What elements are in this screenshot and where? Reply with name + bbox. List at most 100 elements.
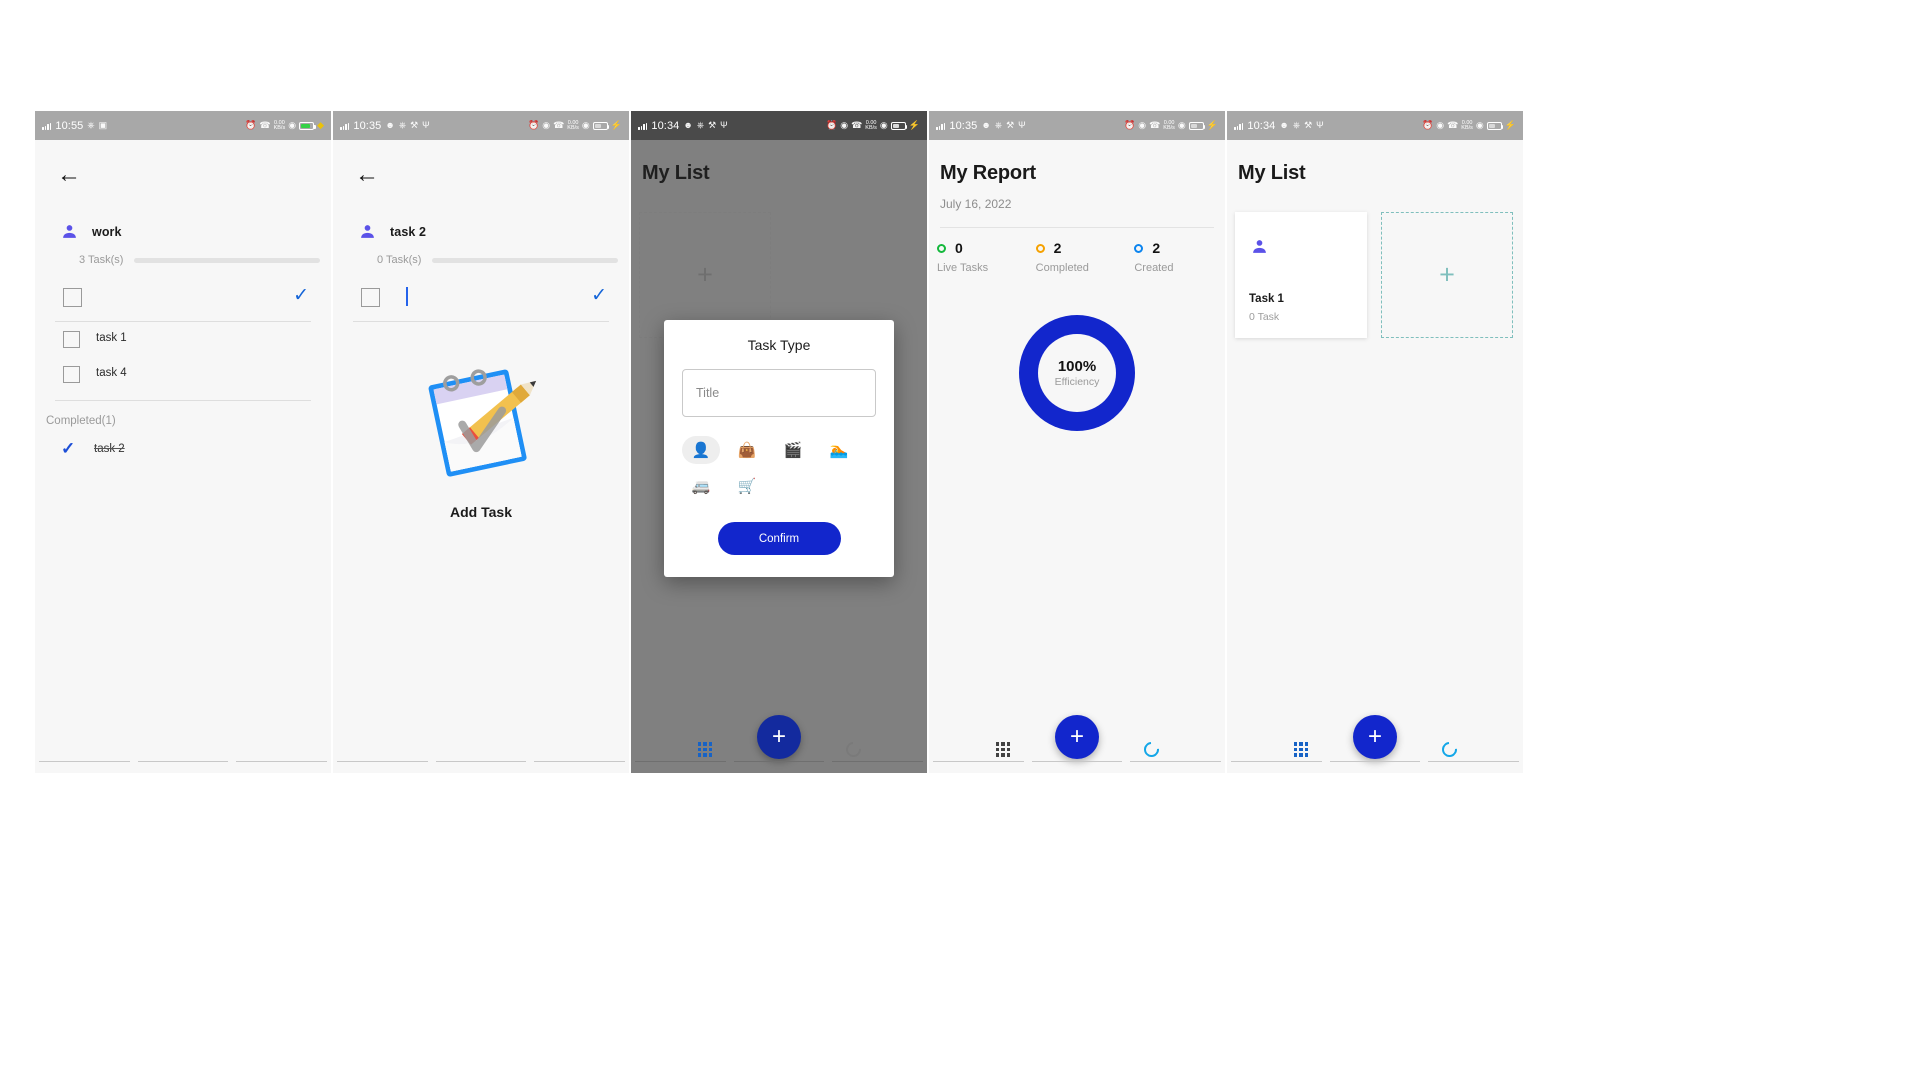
status-bar: 10:35 ☻ ⎈ ⚒ Ψ ⏰ ◉ ☎ 0.00 KB/s ◉ ⚡ xyxy=(333,111,629,140)
stat-live-tasks: 0 Live Tasks xyxy=(929,240,1028,274)
nav-loader-slot[interactable] xyxy=(1077,738,1225,761)
battery-icon xyxy=(1188,121,1206,130)
person-icon: 👤 xyxy=(691,441,711,459)
back-button[interactable]: ← xyxy=(57,162,83,188)
status-bar: 10:35 ☻ ⎈ ⚒ Ψ ⏰ ◉ ☎ 0.00 KB/s ◉ ⚡ xyxy=(929,111,1225,140)
add-fab[interactable]: + xyxy=(1055,715,1099,759)
nav-loader-slot[interactable] xyxy=(1375,738,1523,761)
task-type-minibus[interactable]: 🚐 xyxy=(682,472,720,500)
efficiency-donut: 100% Efficiency xyxy=(1019,315,1135,431)
screen-body: ← work 3 Task(s) ✓ task 1 task 4 Complet… xyxy=(35,140,331,773)
list-title: task 2 xyxy=(390,224,427,239)
gesture-bar xyxy=(1227,761,1523,773)
list-card[interactable]: Task 1 0 Task xyxy=(1235,212,1367,338)
globe-icon: ◉ xyxy=(1138,120,1147,130)
new-task-checkbox[interactable] xyxy=(63,288,82,307)
new-task-row[interactable]: ✓ xyxy=(35,278,331,322)
confirm-check-icon[interactable]: ✓ xyxy=(293,286,309,306)
task-checkbox[interactable] xyxy=(63,331,80,348)
task-type-swimmer[interactable]: 🏊 xyxy=(820,436,858,464)
gesture-bar xyxy=(35,761,331,773)
snapchat-icon: ☻ xyxy=(981,120,991,130)
alarm-icon: ⏰ xyxy=(528,120,540,130)
nav-grid-slot[interactable] xyxy=(929,742,1077,757)
whatsapp-icon: ⎈ xyxy=(696,120,705,130)
new-task-checkbox[interactable] xyxy=(361,288,380,307)
task-type-grid: 👤 👜 🎬 🏊 🚐 🛒 xyxy=(682,436,876,500)
apps-icon: ▣ xyxy=(98,120,108,130)
nav-grid-slot[interactable] xyxy=(1227,742,1375,757)
task-label: task 1 xyxy=(96,332,127,344)
plus-icon: + xyxy=(697,259,713,290)
task-type-cart[interactable]: 🛒 xyxy=(728,472,766,500)
loader-icon[interactable] xyxy=(1140,738,1162,761)
status-bar-left: 10:35 ☻ ⎈ ⚒ Ψ xyxy=(936,120,1026,132)
add-fab[interactable]: + xyxy=(757,715,801,759)
status-time: 10:34 xyxy=(1247,119,1276,132)
status-bar: 10:55 ⎈ ▣ ⏰ ☎ 0.00 KB/s ◉ ◆ xyxy=(35,111,331,140)
completed-task-row[interactable]: ✓ task 2 xyxy=(35,436,331,470)
phone-screen-my-report: 10:35 ☻ ⎈ ⚒ Ψ ⏰ ◉ ☎ 0.00KB/s ◉ ⚡ My Rep xyxy=(929,111,1225,773)
whatsapp-icon: ⎈ xyxy=(994,120,1003,130)
nav-loader-slot[interactable] xyxy=(779,738,927,761)
task-list: task 1 task 4 Completed(1) ✓ task 2 xyxy=(35,324,331,470)
tools-icon: ⚒ xyxy=(410,120,419,130)
loader-icon[interactable] xyxy=(1438,738,1460,761)
row-divider xyxy=(353,321,609,322)
task-row[interactable]: task 4 xyxy=(35,359,331,394)
snapchat-icon: ☻ xyxy=(683,120,693,130)
stat-value: 2 xyxy=(1152,240,1161,256)
status-bar-right: ⏰ ◉ ☎ 0.00 KB/s ◉ ⚡ xyxy=(1422,119,1516,131)
progress-track xyxy=(134,257,320,263)
task-row[interactable]: task 1 xyxy=(35,324,331,359)
status-bar: 10:34 ☻ ⎈ ⚒ Ψ ⏰ ◉ ☎ 0.00 KB/s ◉ ⚡ xyxy=(631,111,927,140)
screen-body: ← task 2 0 Task(s) ✓ Add Task xyxy=(333,140,629,773)
screen-body: My List + Task Type 👤 👜 xyxy=(631,140,927,773)
phone-screen-list-detail-work: 10:55 ⎈ ▣ ⏰ ☎ 0.00 KB/s ◉ ◆ ← work 3 Tas… xyxy=(35,111,331,773)
tools-icon: ⚒ xyxy=(1006,120,1015,130)
grid-icon[interactable] xyxy=(995,742,1011,757)
confirm-check-icon[interactable]: ✓ xyxy=(591,286,607,306)
loader-icon[interactable] xyxy=(842,738,864,761)
task-type-person[interactable]: 👤 xyxy=(682,436,720,464)
whatsapp-icon: ⎈ xyxy=(1292,120,1301,130)
call-icon: ☎ xyxy=(1447,120,1459,130)
empty-state: Add Task xyxy=(333,350,629,520)
task-type-clapperboard[interactable]: 🎬 xyxy=(774,436,812,464)
page-title: My Report xyxy=(940,162,1036,184)
grid-icon[interactable] xyxy=(1293,742,1309,757)
task-checkbox[interactable] xyxy=(63,366,80,383)
task-type-briefcase[interactable]: 👜 xyxy=(728,436,766,464)
status-bar-right: ⏰ ◉ ☎ 0.00 KB/s ◉ ⚡ xyxy=(1124,120,1218,131)
report-stats: 0 Live Tasks 2 Completed 2 Created xyxy=(929,240,1225,274)
data-rate-indicator: 0.00 KB/s xyxy=(1461,119,1473,131)
nav-grid-slot[interactable] xyxy=(631,742,779,757)
add-fab[interactable]: + xyxy=(1353,715,1397,759)
dialog-title: Task Type xyxy=(747,337,811,353)
minibus-icon: 🚐 xyxy=(691,477,711,495)
stat-value: 0 xyxy=(955,240,963,256)
task-type-dialog: Task Type 👤 👜 🎬 🏊 xyxy=(664,320,894,577)
new-task-row[interactable]: ✓ xyxy=(333,278,629,322)
status-time: 10:34 xyxy=(651,119,680,132)
task-count-label: 3 Task(s) xyxy=(79,254,124,266)
grid-icon[interactable] xyxy=(697,742,713,757)
stat-label: Live Tasks xyxy=(937,262,989,274)
tools-icon: ⚒ xyxy=(708,120,717,130)
task-done-check-icon[interactable]: ✓ xyxy=(61,440,75,458)
battery-icon xyxy=(1486,121,1504,130)
confirm-button[interactable]: Confirm xyxy=(717,522,841,555)
alarm-icon: ⏰ xyxy=(1422,120,1434,130)
back-button[interactable]: ← xyxy=(355,162,381,188)
signal-icon xyxy=(638,122,648,130)
person-icon xyxy=(361,225,374,238)
stat-completed: 2 Completed xyxy=(1028,240,1127,274)
empty-state-label: Add Task xyxy=(450,504,512,520)
data-rate-indicator: 0.00 KB/s xyxy=(865,119,877,131)
add-list-tile[interactable]: + xyxy=(1381,212,1513,338)
wifi-icon: ◉ xyxy=(1475,120,1484,130)
status-bar: 10:34 ☻ ⎈ ⚒ Ψ ⏰ ◉ ☎ 0.00 KB/s ◉ ⚡ xyxy=(1227,111,1523,140)
stat-top: 2 xyxy=(1134,240,1225,256)
title-input[interactable] xyxy=(682,369,876,417)
status-time: 10:35 xyxy=(353,119,382,132)
